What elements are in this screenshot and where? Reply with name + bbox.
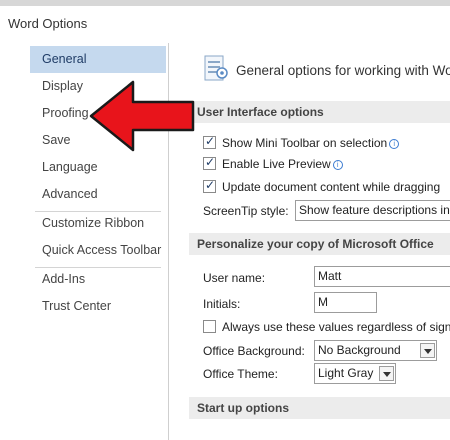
screentip-label: ScreenTip style: [203, 204, 289, 218]
chevron-down-icon[interactable] [379, 366, 394, 381]
info-icon[interactable]: i [389, 139, 400, 149]
sidebar-item-general[interactable]: General [30, 46, 166, 73]
startup-header: Start up options [189, 397, 450, 419]
always-use-checkbox[interactable] [203, 320, 216, 333]
office-background-value: No Background [318, 343, 401, 357]
sidebar-item-advanced[interactable]: Advanced [30, 181, 166, 208]
sidebar-item-customize-ribbon[interactable]: Customize Ribbon [30, 210, 166, 237]
office-theme-label: Office Theme: [203, 367, 278, 381]
window-title: Word Options [8, 16, 88, 31]
office-theme-dropdown[interactable]: Light Gray [314, 363, 396, 384]
initials-label: Initials: [203, 297, 241, 311]
office-theme-value: Light Gray [318, 366, 374, 380]
sidebar-item-trust-center[interactable]: Trust Center [30, 293, 166, 320]
page-heading: General options for working with Wo [236, 63, 450, 78]
office-background-label: Office Background: [203, 344, 305, 358]
update-dragging-label: Update document content while dragging [222, 180, 441, 194]
red-arrow-icon [89, 80, 195, 152]
screentip-dropdown[interactable]: Show feature descriptions in [295, 200, 450, 221]
user-name-label: User name: [203, 271, 266, 285]
office-background-dropdown[interactable]: No Background [314, 340, 437, 361]
personalize-header: Personalize your copy of Microsoft Offic… [189, 233, 450, 255]
title-bar: Word Options [0, 6, 450, 38]
chevron-down-icon[interactable] [420, 343, 435, 358]
update-dragging-checkbox[interactable] [203, 178, 216, 193]
user-name-field[interactable]: Matt [314, 266, 450, 287]
initials-field[interactable]: M [314, 292, 377, 313]
always-use-label: Always use these values regardless of si… [222, 320, 450, 334]
info-icon[interactable]: i [332, 160, 343, 170]
sidebar-item-quick-access-toolbar[interactable]: Quick Access Toolbar [30, 237, 166, 264]
word-options-window: Word Options General Display Proofing Sa… [0, 0, 450, 440]
sidebar-item-add-ins[interactable]: Add-Ins [30, 266, 166, 293]
